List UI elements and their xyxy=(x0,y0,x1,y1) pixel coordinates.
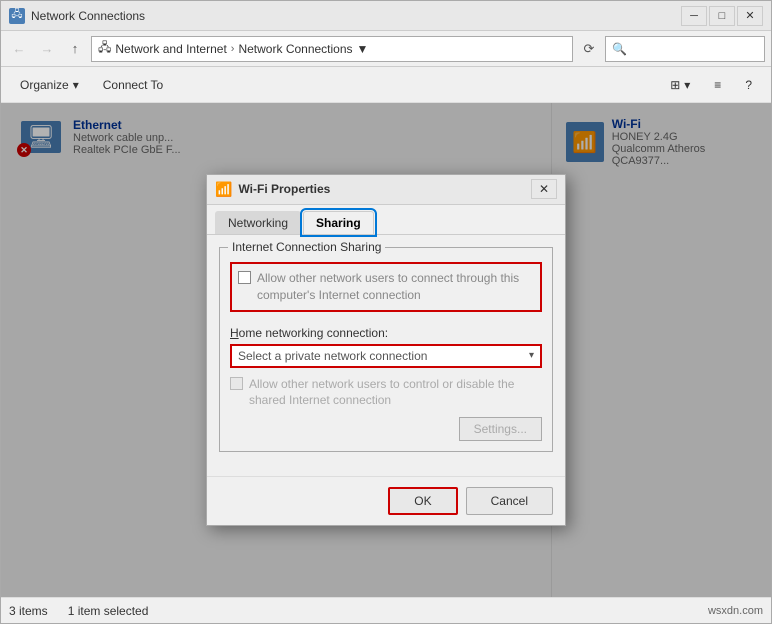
breadcrumb-text: Network and Internet xyxy=(115,42,226,56)
ok-button[interactable]: OK xyxy=(388,487,457,515)
toolbar: Organize ▾ Connect To ⊞ ▾ ≡ ? xyxy=(1,67,771,103)
breadcrumb-icon: 🖧 xyxy=(98,38,111,59)
view-button[interactable]: ⊞ ▾ xyxy=(659,71,701,99)
list-view-icon: ≡ xyxy=(714,78,721,92)
dialog-title: Wi-Fi Properties xyxy=(238,182,525,196)
back-button[interactable]: ← xyxy=(7,37,31,61)
organize-arrow: ▾ xyxy=(73,78,79,92)
dialog-titlebar: 📶 Wi-Fi Properties ✕ xyxy=(207,175,565,205)
tab-networking[interactable]: Networking xyxy=(215,211,301,234)
dialog-content: Internet Connection Sharing Allow other … xyxy=(207,235,565,476)
minimize-button[interactable]: ─ xyxy=(681,6,707,26)
allow-checkbox[interactable] xyxy=(238,271,251,284)
tab-sharing[interactable]: Sharing xyxy=(303,211,374,234)
dialog-tabs: Networking Sharing xyxy=(207,205,565,235)
selected-count: 1 item selected xyxy=(68,604,149,618)
view-arrow: ▾ xyxy=(684,78,690,92)
breadcrumb-current: Network Connections xyxy=(238,42,352,56)
organize-label: Organize xyxy=(20,78,69,92)
title-bar-buttons: ─ □ ✕ xyxy=(681,6,763,26)
connect-to-label: Connect To xyxy=(103,78,164,92)
window-icon: 🖧 xyxy=(9,8,25,24)
address-bar: ← → ↑ 🖧 Network and Internet › Network C… xyxy=(1,31,771,67)
ics-section: Internet Connection Sharing Allow other … xyxy=(219,247,553,452)
content-area: 🖥 ✕ Ethernet Network cable unp... Realte… xyxy=(1,103,771,597)
main-window: 🖧 Network Connections ─ □ ✕ ← → ↑ 🖧 Netw… xyxy=(0,0,772,624)
private-network-select[interactable]: Select a private network connection ▾ xyxy=(230,344,542,368)
control-checkbox-label: Allow other network users to control or … xyxy=(249,376,542,410)
close-button[interactable]: ✕ xyxy=(737,6,763,26)
maximize-button[interactable]: □ xyxy=(709,6,735,26)
wifi-properties-dialog: 📶 Wi-Fi Properties ✕ Networking Sharing xyxy=(206,174,566,526)
refresh-button[interactable]: ⟳ xyxy=(577,37,601,61)
settings-btn-row: Settings... xyxy=(230,417,542,441)
help-button[interactable]: ? xyxy=(734,71,763,99)
home-network-row: Home networking connection: Select a pri… xyxy=(230,326,542,368)
section-title: Internet Connection Sharing xyxy=(228,240,385,254)
breadcrumb-separator: › xyxy=(231,43,235,55)
settings-button[interactable]: Settings... xyxy=(459,417,542,441)
control-checkbox[interactable] xyxy=(230,377,243,390)
control-checkbox-row: Allow other network users to control or … xyxy=(230,376,542,410)
branding: wsxdn.com xyxy=(708,605,763,617)
allow-checkbox-label: Allow other network users to connect thr… xyxy=(257,270,534,304)
up-button[interactable]: ↑ xyxy=(63,37,87,61)
dialog-footer: OK Cancel xyxy=(207,476,565,525)
dialog-icon: 📶 xyxy=(215,181,232,198)
connect-to-button[interactable]: Connect To xyxy=(92,71,175,99)
dialog-overlay: 📶 Wi-Fi Properties ✕ Networking Sharing xyxy=(1,103,771,597)
help-icon: ? xyxy=(745,78,752,92)
address-box[interactable]: 🖧 Network and Internet › Network Connect… xyxy=(91,36,573,62)
status-bar: 3 items 1 item selected wsxdn.com xyxy=(1,597,771,623)
allow-checkbox-row: Allow other network users to connect thr… xyxy=(230,262,542,312)
select-arrow-icon: ▾ xyxy=(529,350,534,361)
list-view-button[interactable]: ≡ xyxy=(703,71,732,99)
organize-button[interactable]: Organize ▾ xyxy=(9,71,90,99)
search-box[interactable]: 🔍 xyxy=(605,36,765,62)
title-bar: 🖧 Network Connections ─ □ ✕ xyxy=(1,1,771,31)
dialog-close-button[interactable]: ✕ xyxy=(531,179,557,199)
select-placeholder: Select a private network connection xyxy=(238,349,427,363)
view-icon: ⊞ xyxy=(670,78,680,92)
forward-button[interactable]: → xyxy=(35,37,59,61)
window-title: Network Connections xyxy=(31,9,675,23)
search-icon: 🔍 xyxy=(612,42,627,56)
items-count: 3 items xyxy=(9,604,48,618)
breadcrumb-dropdown-icon: ▼ xyxy=(357,42,369,56)
cancel-button[interactable]: Cancel xyxy=(466,487,553,515)
home-network-label: Home networking connection: xyxy=(230,326,542,340)
